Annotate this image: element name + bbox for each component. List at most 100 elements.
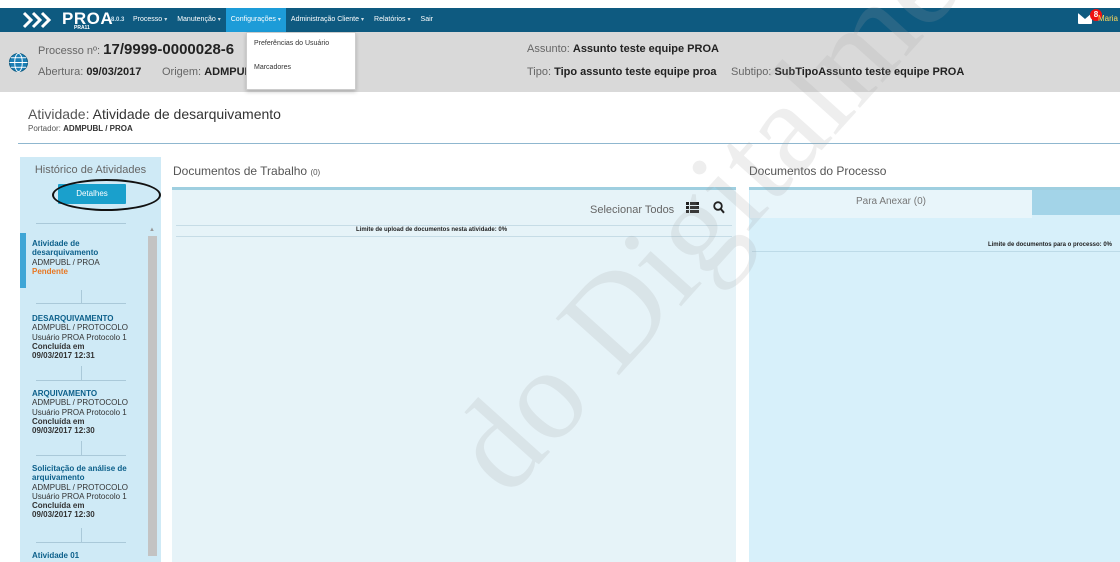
opening-date: 09/03/2017 bbox=[86, 66, 142, 78]
search-icon[interactable] bbox=[713, 201, 725, 214]
entry-user: Usuário PROA Protocolo 1 bbox=[32, 332, 127, 342]
entry-title-cont: arquivamento bbox=[32, 473, 85, 483]
process-docs-title: Documentos do Processo bbox=[749, 164, 887, 178]
entry-unit: ADMPUBL / PROA bbox=[32, 257, 100, 267]
history-entry[interactable]: Solicitação de análise de arquivamento A… bbox=[32, 464, 147, 520]
menu-configuracoes-label: Configurações bbox=[230, 16, 276, 23]
select-all-link[interactable]: Selecionar Todos bbox=[590, 204, 674, 216]
entry-status: Concluída em bbox=[32, 501, 85, 511]
subject-value: Assunto teste equipe PROA bbox=[572, 43, 719, 55]
history-entry[interactable]: ARQUIVAMENTO ADMPUBL / PROTOCOLO Usuário… bbox=[32, 389, 147, 435]
holder-value: ADMPUBL / PROA bbox=[63, 124, 133, 133]
subject-label: Assunto: bbox=[527, 43, 570, 55]
entry-status: Concluída em bbox=[32, 416, 85, 426]
tab-secondary[interactable] bbox=[1032, 190, 1120, 215]
chevron-down-icon: ▾ bbox=[407, 17, 411, 23]
upload-limit-text: Limite de upload de documentos nesta ati… bbox=[356, 227, 508, 233]
menu-sair-label: Sair bbox=[420, 16, 433, 23]
holder-label: Portador: bbox=[28, 124, 61, 133]
history-entry[interactable]: Atividade 01 bbox=[32, 551, 147, 560]
entry-title: Solicitação de análise de bbox=[32, 464, 127, 473]
origin-label: Origem: bbox=[162, 66, 202, 78]
entry-user: Usuário PROA Protocolo 1 bbox=[32, 491, 127, 501]
chevron-down-icon: ▾ bbox=[217, 17, 221, 23]
timeline-connector bbox=[81, 366, 82, 380]
work-docs-panel bbox=[172, 187, 736, 562]
menu-processo[interactable]: Processo ▾ bbox=[128, 8, 172, 32]
list-view-icon[interactable] bbox=[686, 202, 699, 213]
top-nav-bar: PROA PRA11 8.0.3 Processo ▾ Manutenção ▾ C… bbox=[0, 8, 1120, 32]
highlight-ellipse bbox=[52, 179, 161, 211]
history-entry[interactable]: DESARQUIVAMENTO ADMPUBL / PROTOCOLO Usuá… bbox=[32, 314, 147, 360]
process-type-row: Tipo: Tipo assunto teste equipe proa bbox=[527, 66, 717, 78]
configuracoes-dropdown: Preferências do Usuário Marcadores bbox=[246, 32, 356, 90]
divider bbox=[176, 236, 732, 237]
timeline-divider bbox=[36, 303, 126, 304]
menu-administracao-label: Administração Cliente bbox=[290, 16, 359, 23]
process-opening-row: Abertura: 09/03/2017 bbox=[38, 66, 141, 78]
entry-date: 09/03/2017 12:30 bbox=[32, 510, 95, 520]
menu-processo-label: Processo bbox=[133, 16, 163, 23]
menu-sair[interactable]: Sair bbox=[416, 8, 438, 32]
timeline-divider bbox=[36, 380, 126, 381]
work-docs-title-text: Documentos de Trabalho bbox=[173, 164, 308, 178]
process-number: 17/9999-0000028-6 bbox=[103, 41, 235, 58]
entry-title: Atividade 01 bbox=[32, 551, 80, 560]
entry-unit: ADMPUBL / PROTOCOLO bbox=[32, 398, 129, 408]
timeline-divider bbox=[36, 223, 126, 224]
process-origin-row: Origem: ADMPUBL bbox=[162, 66, 259, 78]
chevron-down-icon: ▾ bbox=[361, 17, 365, 23]
entry-title: ARQUIVAMENTO bbox=[32, 389, 98, 398]
process-number-row: Processo nº: 17/9999-0000028-6 bbox=[38, 41, 234, 58]
subtype-label: Subtipo: bbox=[731, 66, 772, 78]
divider bbox=[752, 251, 1120, 252]
entry-status: Concluída em bbox=[32, 341, 85, 351]
menu-manutencao-label: Manutenção bbox=[177, 16, 216, 23]
main-menu: Processo ▾ Manutenção ▾ Configurações ▾ Adm… bbox=[128, 8, 438, 32]
tab-para-anexar[interactable]: Para Anexar (0) bbox=[750, 190, 1032, 218]
opening-label: Abertura: bbox=[38, 66, 84, 78]
activity-title: Atividade: Atividade de desarquivamento bbox=[28, 106, 281, 122]
entry-title: Atividade de bbox=[32, 239, 80, 248]
entry-status: Pendente bbox=[32, 266, 69, 276]
history-title: Histórico de Atividades bbox=[34, 164, 147, 176]
menu-configuracoes[interactable]: Configurações ▾ bbox=[225, 8, 286, 32]
entry-date: 09/03/2017 12:30 bbox=[32, 426, 95, 436]
menu-relatorios-label: Relatórios bbox=[374, 16, 406, 23]
dropdown-item-preferencias[interactable]: Preferências do Usuário bbox=[247, 33, 355, 55]
timeline-divider bbox=[36, 542, 126, 543]
process-docs-limit-text: Limite de documentos para o processo: 0% bbox=[987, 242, 1112, 248]
dropdown-item-marcadores[interactable]: Marcadores bbox=[247, 55, 355, 81]
process-number-label: Processo nº: bbox=[38, 45, 101, 57]
activity-name: Atividade de desarquivamento bbox=[92, 106, 281, 122]
history-entry[interactable]: Atividade de desarquivamento ADMPUBL / P… bbox=[32, 239, 147, 276]
timeline-connector bbox=[81, 441, 82, 455]
proa-logo-icon[interactable] bbox=[22, 10, 58, 30]
history-scrollbar[interactable] bbox=[148, 236, 157, 556]
activity-label: Atividade: bbox=[28, 106, 90, 122]
chevron-down-icon: ▾ bbox=[164, 17, 168, 23]
scroll-up-icon[interactable]: ▲ bbox=[149, 227, 155, 233]
chevron-down-icon: ▾ bbox=[277, 17, 281, 23]
process-subtype-row: Subtipo: SubTipoAssunto teste equipe PRO… bbox=[731, 66, 964, 78]
menu-relatorios[interactable]: Relatórios ▾ bbox=[369, 8, 416, 32]
subtype-value: SubTipoAssunto teste equipe PROA bbox=[774, 66, 965, 78]
entry-title-cont: desarquivamento bbox=[32, 248, 99, 258]
divider bbox=[18, 143, 1120, 144]
menu-manutencao[interactable]: Manutenção ▾ bbox=[172, 8, 226, 32]
entry-title: DESARQUIVAMENTO bbox=[32, 314, 114, 323]
activity-holder: Portador: ADMPUBL / PROA bbox=[28, 124, 133, 133]
version-label: 8.0.3 bbox=[111, 17, 125, 23]
globe-icon bbox=[8, 52, 29, 73]
timeline-connector bbox=[81, 290, 82, 304]
entry-unit: ADMPUBL / PROTOCOLO bbox=[32, 482, 129, 492]
process-subject-row: Assunto: Assunto teste equipe PROA bbox=[527, 43, 719, 55]
entry-date: 09/03/2017 12:31 bbox=[32, 351, 95, 361]
menu-administracao-cliente[interactable]: Administração Cliente ▾ bbox=[286, 8, 369, 32]
user-name[interactable]: Maria bbox=[1098, 14, 1118, 23]
work-docs-title: Documentos de Trabalho (0) bbox=[173, 164, 320, 178]
type-value: Tipo assunto teste equipe proa bbox=[554, 66, 717, 78]
type-label: Tipo: bbox=[527, 66, 552, 78]
work-docs-count: (0) bbox=[310, 168, 321, 177]
entry-user: Usuário PROA Protocolo 1 bbox=[32, 407, 127, 417]
